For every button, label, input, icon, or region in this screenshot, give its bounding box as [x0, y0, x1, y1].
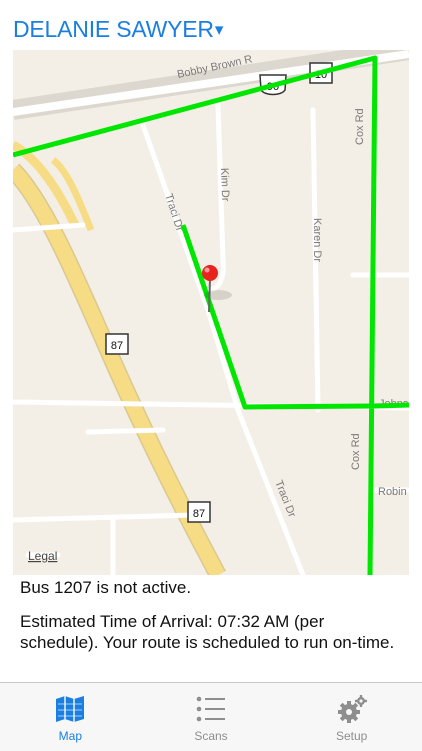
tab-setup-label: Setup	[336, 729, 368, 743]
student-name: DELANIE SAWYER	[13, 15, 214, 42]
student-selector[interactable]: DELANIE SAWYER ▾	[13, 16, 223, 43]
hwy-87-lower-label: 87	[193, 508, 205, 520]
tab-map-label: Map	[58, 729, 82, 743]
kim-dr-label: Kim Dr	[218, 168, 231, 202]
hwy-87-upper-label: 87	[111, 340, 123, 352]
tab-setup[interactable]: Setup	[281, 683, 422, 751]
tab-scans-label: Scans	[194, 729, 228, 743]
bus-status: Bus 1207 is not active.	[20, 578, 192, 597]
list-icon	[196, 696, 225, 722]
route-map[interactable]: 90 10 87 87 Bobby Brown R Cox Rd Traci D…	[13, 50, 409, 575]
cox-rd-top-label: Cox Rd	[354, 108, 366, 145]
tab-scans[interactable]: Scans	[141, 683, 282, 751]
legal-link: Legal	[28, 549, 57, 563]
tab-map[interactable]: Map	[0, 683, 141, 751]
shield-87-upper-icon: 87	[105, 333, 129, 355]
eta-text: Estimated Time of Arrival: 07:32 AM (per…	[20, 612, 395, 652]
robin-label: Robin	[378, 486, 407, 498]
header: DELANIE SAWYER ▾	[0, 0, 422, 50]
shield-87-lower-icon: 87	[187, 501, 211, 523]
chevron-down-icon: ▾	[214, 20, 224, 39]
bus-info: Bus 1207 is not active. Estimated Time o…	[20, 575, 405, 653]
tab-bar: Map Scans Setup	[0, 682, 422, 751]
cox-rd-bottom-label: Cox Rd	[350, 433, 362, 470]
map-icon	[56, 696, 85, 722]
gears-icon	[337, 695, 367, 723]
karen-dr-label: Karen Dr	[311, 218, 323, 262]
